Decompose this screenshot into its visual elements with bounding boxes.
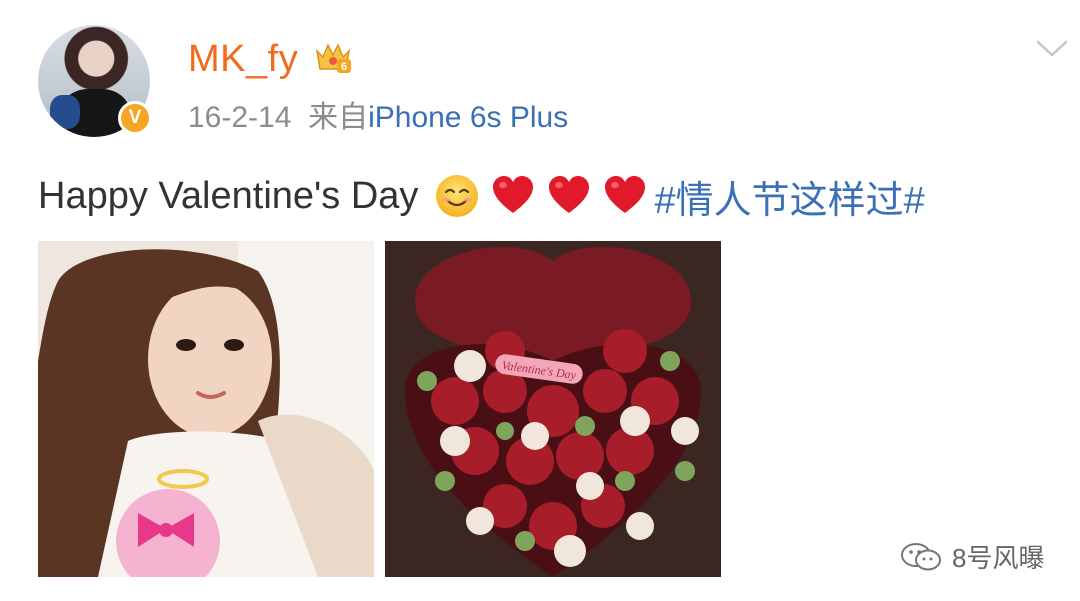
- post-body-text: Happy Valentine's Day: [38, 174, 419, 217]
- selfie-illustration: [38, 241, 374, 577]
- rose-box-photo[interactable]: Valentine's Day: [385, 241, 721, 577]
- weibo-post: V MK_fy 6 16-2-14 来自iPhone 6s Plus Happy…: [0, 0, 1080, 601]
- vip-level: 6: [341, 61, 347, 73]
- vip-crown-icon: 6: [315, 43, 351, 73]
- smiling-face-icon: [436, 175, 479, 217]
- avatar[interactable]: V: [38, 25, 152, 137]
- verified-badge-icon: V: [118, 101, 152, 135]
- wechat-icon: [901, 542, 941, 570]
- chevron-down-icon[interactable]: [1034, 36, 1070, 60]
- post-text: Happy Valentine's Day #情人节这样过#: [38, 168, 925, 224]
- red-heart-icon: [549, 176, 590, 213]
- red-heart-icon: [493, 176, 534, 213]
- username-link[interactable]: MK_fy: [188, 38, 298, 81]
- selfie-photo[interactable]: [38, 241, 374, 577]
- watermark-text: 8号风曝: [952, 543, 1045, 573]
- post-meta: 16-2-14 来自iPhone 6s Plus: [188, 92, 568, 136]
- source-prefix: 来自: [308, 101, 369, 134]
- watermark: 8号风曝: [900, 538, 1044, 575]
- hashtag-link[interactable]: #情人节这样过#: [654, 169, 924, 224]
- red-heart-icon: [605, 176, 646, 213]
- post-date: 16-2-14: [188, 101, 292, 134]
- source-device-link[interactable]: iPhone 6s Plus: [368, 101, 568, 134]
- rose-box-illustration: Valentine's Day: [385, 241, 721, 577]
